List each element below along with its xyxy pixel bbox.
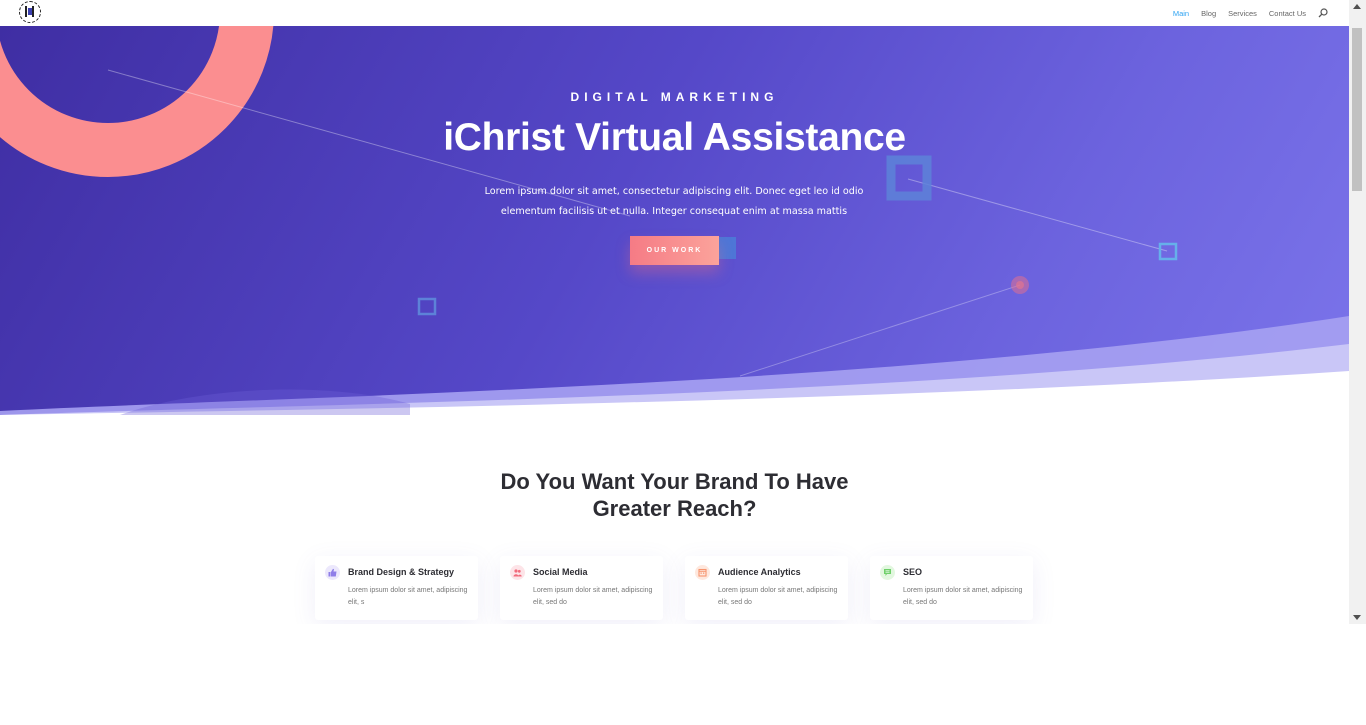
site-logo[interactable] — [19, 1, 41, 23]
card-title: SEO — [903, 567, 923, 577]
nav-item-blog[interactable]: Blog — [1201, 9, 1216, 18]
card-description: Lorem ipsum dolor sit amet, adipiscing e… — [348, 587, 468, 606]
thumbs-up-icon — [325, 565, 340, 580]
search-icon[interactable] — [1318, 8, 1328, 18]
scroll-up-arrow-icon[interactable] — [1353, 4, 1361, 9]
vertical-scrollbar[interactable] — [1349, 0, 1366, 624]
hero-section: DIGITAL MARKETING iChrist Virtual Assist… — [0, 26, 1349, 415]
site-header: Main Blog Services Contact Us — [0, 0, 1349, 26]
card-title: Brand Design & Strategy — [348, 567, 455, 577]
scrollbar-thumb[interactable] — [1352, 28, 1362, 191]
our-work-button[interactable]: OUR WORK — [630, 236, 719, 265]
service-cards: Brand Design & Strategy Lorem ipsum dolo… — [315, 556, 1033, 620]
hero-description: Lorem ipsum dolor sit amet, consectetur … — [484, 186, 864, 217]
hero-title: iChrist Virtual Assistance — [443, 116, 906, 159]
connector-line — [907, 178, 1168, 252]
card-description: Lorem ipsum dolor sit amet, adipiscing e… — [903, 587, 1023, 606]
section-title-line2: Greater Reach? — [592, 496, 757, 521]
glow-dot-shape — [1016, 281, 1024, 289]
users-icon — [510, 565, 525, 580]
square-shape — [716, 237, 736, 259]
service-card-seo[interactable]: SEO Lorem ipsum dolor sit amet, adipisci… — [870, 556, 1033, 620]
logo-accent — [28, 8, 32, 15]
nav-item-main[interactable]: Main — [1173, 9, 1189, 18]
nav-item-contact-us[interactable]: Contact Us — [1269, 9, 1306, 18]
hero-eyebrow: DIGITAL MARKETING — [570, 90, 779, 104]
square-shape — [417, 297, 437, 316]
card-description: Lorem ipsum dolor sit amet, adipiscing e… — [533, 587, 653, 606]
main-nav: Main Blog Services Contact Us — [1173, 0, 1328, 26]
card-description: Lorem ipsum dolor sit amet, adipiscing e… — [718, 587, 838, 606]
scroll-down-arrow-icon[interactable] — [1353, 615, 1361, 620]
card-title: Social Media — [533, 567, 588, 577]
card-title: Audience Analytics — [718, 567, 801, 577]
calendar-icon — [695, 565, 710, 580]
square-shape — [1158, 242, 1178, 261]
square-shape — [886, 155, 932, 201]
section-title-line1: Do You Want Your Brand To Have — [500, 469, 849, 494]
chat-icon — [880, 565, 895, 580]
page-viewport: Main Blog Services Contact Us DIGITAL MA… — [0, 0, 1349, 624]
service-card-brand-design[interactable]: Brand Design & Strategy Lorem ipsum dolo… — [315, 556, 478, 620]
service-card-social-media[interactable]: Social Media Lorem ipsum dolor sit amet,… — [500, 556, 663, 620]
section-title: Do You Want Your Brand To Have Greater R… — [0, 468, 1349, 522]
wave-shape — [120, 389, 410, 415]
service-card-audience-analytics[interactable]: Audience Analytics Lorem ipsum dolor sit… — [685, 556, 848, 620]
nav-item-services[interactable]: Services — [1228, 9, 1257, 18]
